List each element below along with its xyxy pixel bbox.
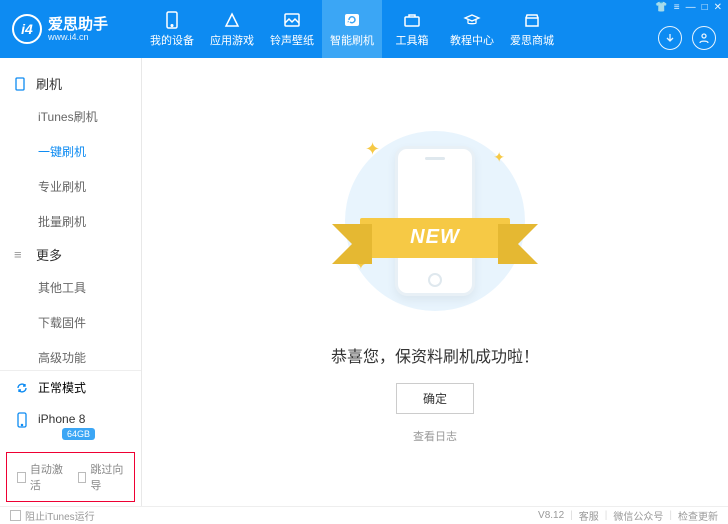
- logo-title: 爱思助手: [48, 17, 108, 32]
- sidebar-item-download-firmware[interactable]: 下载固件: [0, 305, 141, 340]
- view-log-link[interactable]: 查看日志: [413, 428, 457, 444]
- nav-toolbox[interactable]: 工具箱: [382, 0, 442, 58]
- image-icon: [282, 10, 302, 30]
- skip-guide-checkbox[interactable]: 跳过向导: [78, 461, 125, 493]
- nav-apps[interactable]: 应用游戏: [202, 0, 262, 58]
- sidebar-item-pro-flash[interactable]: 专业刷机: [0, 169, 141, 204]
- main-content: ✦ ✦ ✦ NEW 恭喜您，保资料刷机成功啦！ 确定 查看日志: [142, 58, 728, 506]
- nav-tutorial[interactable]: 教程中心: [442, 0, 502, 58]
- device-row[interactable]: iPhone 8 64GB: [0, 404, 141, 448]
- options-highlight: 自动激活 跳过向导: [6, 452, 135, 502]
- window-controls: 👕 ≡ — □ ✕: [655, 2, 722, 13]
- user-button[interactable]: [692, 26, 716, 50]
- auto-activate-checkbox[interactable]: 自动激活: [17, 461, 64, 493]
- menu-icon[interactable]: ≡: [674, 2, 680, 13]
- refresh-icon: [342, 10, 362, 30]
- download-button[interactable]: [658, 26, 682, 50]
- logo-subtitle: www.i4.cn: [48, 32, 108, 42]
- sparkle-icon: ✦: [493, 149, 505, 166]
- sparkle-icon: ✦: [365, 139, 380, 160]
- sync-icon: [14, 380, 30, 396]
- nav-flash[interactable]: 智能刷机: [322, 0, 382, 58]
- nav-store[interactable]: 爱思商城: [502, 0, 562, 58]
- phone-icon: [14, 77, 28, 91]
- sidebar-item-oneclick-flash[interactable]: 一键刷机: [0, 134, 141, 169]
- academic-cap-icon: [462, 10, 482, 30]
- skin-icon[interactable]: 👕: [655, 2, 667, 13]
- sidebar-item-other-tools[interactable]: 其他工具: [0, 270, 141, 305]
- ok-button[interactable]: 确定: [396, 383, 474, 414]
- sidebar-item-advanced[interactable]: 高级功能: [0, 340, 141, 370]
- storage-badge: 64GB: [62, 428, 95, 440]
- list-icon: ≡: [14, 247, 28, 262]
- maximize-icon[interactable]: □: [702, 2, 708, 13]
- close-icon[interactable]: ✕: [714, 2, 722, 13]
- new-ribbon: NEW: [335, 216, 535, 260]
- block-itunes-checkbox[interactable]: 阻止iTunes运行: [10, 508, 95, 523]
- top-nav: 我的设备 应用游戏 铃声壁纸 智能刷机 工具箱 教程中心 爱思商城: [142, 0, 562, 58]
- section-flash[interactable]: 刷机: [0, 68, 141, 99]
- toolbox-icon: [402, 10, 422, 30]
- phone-icon: [14, 412, 30, 428]
- section-more[interactable]: ≡ 更多: [0, 239, 141, 270]
- sidebar-item-batch-flash[interactable]: 批量刷机: [0, 204, 141, 239]
- status-bar: 阻止iTunes运行 V8.12 | 客服 | 微信公众号 | 检查更新: [0, 506, 728, 524]
- wechat-link[interactable]: 微信公众号: [613, 508, 663, 523]
- success-illustration: ✦ ✦ ✦ NEW: [315, 121, 555, 321]
- success-message: 恭喜您，保资料刷机成功啦！: [331, 343, 539, 367]
- support-link[interactable]: 客服: [579, 508, 599, 523]
- check-update-link[interactable]: 检查更新: [678, 508, 718, 523]
- sidebar-item-itunes-flash[interactable]: iTunes刷机: [0, 99, 141, 134]
- minimize-icon[interactable]: —: [686, 2, 696, 13]
- nav-my-device[interactable]: 我的设备: [142, 0, 202, 58]
- apps-icon: [222, 10, 242, 30]
- sidebar: 刷机 iTunes刷机 一键刷机 专业刷机 批量刷机 ≡ 更多 其他工具 下载固…: [0, 58, 142, 506]
- nav-ringtones[interactable]: 铃声壁纸: [262, 0, 322, 58]
- device-name: iPhone 8: [38, 412, 95, 426]
- logo-icon: i4: [12, 14, 42, 44]
- version-text: V8.12: [538, 510, 564, 521]
- store-icon: [522, 10, 542, 30]
- mode-row[interactable]: 正常模式: [0, 371, 141, 404]
- app-header: i4 爱思助手 www.i4.cn 我的设备 应用游戏 铃声壁纸 智能刷机 工具…: [0, 0, 728, 58]
- phone-icon: [162, 10, 182, 30]
- logo: i4 爱思助手 www.i4.cn: [0, 14, 142, 44]
